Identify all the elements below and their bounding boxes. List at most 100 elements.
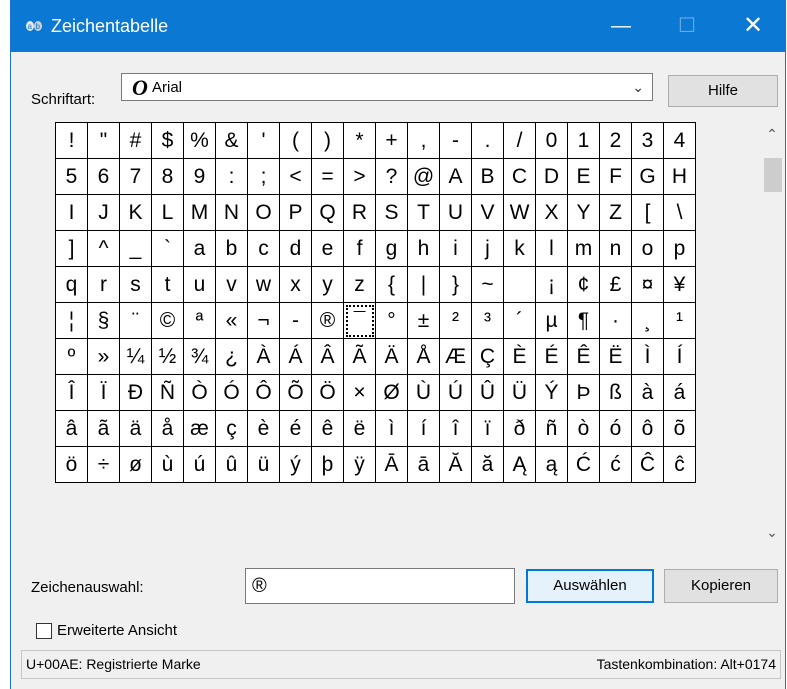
char-cell[interactable]: } xyxy=(439,266,472,303)
char-cell[interactable]: ª xyxy=(183,302,216,339)
char-cell[interactable]: ¥ xyxy=(663,266,696,303)
char-cell[interactable]: p xyxy=(663,230,696,267)
char-cell[interactable]: h xyxy=(407,230,440,267)
char-cell[interactable]: | xyxy=(407,266,440,303)
char-cell[interactable]: Ì xyxy=(631,338,664,375)
char-cell[interactable]: - xyxy=(439,122,472,159)
copy-button[interactable]: Kopieren xyxy=(664,569,778,603)
char-cell[interactable]: Å xyxy=(407,338,440,375)
char-cell[interactable]: F xyxy=(599,158,632,195)
char-cell[interactable]: ( xyxy=(279,122,312,159)
char-cell[interactable]: Ç xyxy=(471,338,504,375)
char-cell[interactable]: ® xyxy=(311,302,344,339)
char-cell[interactable]: ê xyxy=(311,410,344,447)
char-cell[interactable]: 0 xyxy=(535,122,568,159)
char-cell[interactable]: D xyxy=(535,158,568,195)
char-cell[interactable]: M xyxy=(183,194,216,231)
char-cell[interactable]: f xyxy=(343,230,376,267)
char-cell[interactable]: ¯ xyxy=(343,302,376,339)
char-cell[interactable]: Ù xyxy=(407,374,440,411)
char-cell[interactable]: { xyxy=(375,266,408,303)
scroll-down-icon[interactable]: ⌄ xyxy=(759,524,785,541)
char-cell[interactable]: m xyxy=(567,230,600,267)
char-cell[interactable]: s xyxy=(119,266,152,303)
char-cell[interactable]: ^ xyxy=(87,230,120,267)
char-cell[interactable]: ; xyxy=(247,158,280,195)
char-cell[interactable]: « xyxy=(215,302,248,339)
char-cell[interactable]: ø xyxy=(119,446,152,483)
char-cell[interactable]: ¸ xyxy=(631,302,664,339)
char-cell[interactable]: å xyxy=(151,410,184,447)
char-cell[interactable]: ¹ xyxy=(663,302,696,339)
char-cell[interactable]: ¤ xyxy=(631,266,664,303)
char-cell[interactable]: ¢ xyxy=(567,266,600,303)
char-cell[interactable]: ] xyxy=(55,230,88,267)
char-cell[interactable]: < xyxy=(279,158,312,195)
char-cell[interactable]: 8 xyxy=(151,158,184,195)
char-cell[interactable]: Ð xyxy=(119,374,152,411)
char-cell[interactable]: ò xyxy=(567,410,600,447)
char-cell[interactable]: © xyxy=(151,302,184,339)
char-cell[interactable]: ¶ xyxy=(567,302,600,339)
char-cell[interactable]: Á xyxy=(279,338,312,375)
char-cell[interactable]: Ä xyxy=(375,338,408,375)
char-cell[interactable]: ù xyxy=(151,446,184,483)
char-cell[interactable]: § xyxy=(87,302,120,339)
char-cell[interactable]: ) xyxy=(311,122,344,159)
char-cell[interactable]: 7 xyxy=(119,158,152,195)
char-cell[interactable]: È xyxy=(503,338,536,375)
char-cell[interactable]: ± xyxy=(407,302,440,339)
char-cell[interactable]: ï xyxy=(471,410,504,447)
char-cell[interactable]: Õ xyxy=(279,374,312,411)
char-cell[interactable]: / xyxy=(503,122,536,159)
char-cell[interactable]: ç xyxy=(215,410,248,447)
char-cell[interactable]: a xyxy=(183,230,216,267)
char-cell[interactable]: n xyxy=(599,230,632,267)
char-cell[interactable]: £ xyxy=(599,266,632,303)
char-cell[interactable]: Ê xyxy=(567,338,600,375)
char-cell[interactable]: ô xyxy=(631,410,664,447)
char-cell[interactable]: ~ xyxy=(471,266,504,303)
char-cell[interactable]: Ë xyxy=(599,338,632,375)
char-cell[interactable]: G xyxy=(631,158,664,195)
char-cell[interactable]: e xyxy=(311,230,344,267)
char-cell[interactable]: E xyxy=(567,158,600,195)
char-cell[interactable]: t xyxy=(151,266,184,303)
char-cell[interactable]: Ó xyxy=(215,374,248,411)
char-cell[interactable]: 5 xyxy=(55,158,88,195)
char-cell[interactable]: ÷ xyxy=(87,446,120,483)
char-cell[interactable]: ½ xyxy=(151,338,184,375)
char-cell[interactable]: ° xyxy=(375,302,408,339)
char-cell[interactable]: R xyxy=(343,194,376,231)
char-cell[interactable]: ¦ xyxy=(55,302,88,339)
char-cell[interactable]: ë xyxy=(343,410,376,447)
minimize-button[interactable]: — xyxy=(591,0,651,52)
char-cell[interactable]: õ xyxy=(663,410,696,447)
char-cell[interactable]: Ã xyxy=(343,338,376,375)
char-cell[interactable]: á xyxy=(663,374,696,411)
advanced-view-label[interactable]: Erweiterte Ansicht xyxy=(57,622,177,639)
char-cell[interactable]: O xyxy=(247,194,280,231)
help-button[interactable]: Hilfe xyxy=(668,75,778,107)
char-cell[interactable]: þ xyxy=(311,446,344,483)
char-cell[interactable]: # xyxy=(119,122,152,159)
char-cell[interactable]: j xyxy=(471,230,504,267)
char-cell[interactable]: S xyxy=(375,194,408,231)
char-cell[interactable]: × xyxy=(343,374,376,411)
char-cell[interactable]: º xyxy=(55,338,88,375)
char-cell[interactable]: I xyxy=(55,194,88,231)
char-cell[interactable]: = xyxy=(311,158,344,195)
char-cell[interactable]: x xyxy=(279,266,312,303)
char-cell[interactable]: - xyxy=(279,302,312,339)
char-cell[interactable]: ā xyxy=(407,446,440,483)
char-cell[interactable]: Ý xyxy=(535,374,568,411)
char-cell[interactable]: c xyxy=(247,230,280,267)
char-cell[interactable]: . xyxy=(471,122,504,159)
char-cell[interactable]: ü xyxy=(247,446,280,483)
char-cell[interactable]: N xyxy=(215,194,248,231)
char-cell[interactable]: K xyxy=(119,194,152,231)
char-cell[interactable]: Ĉ xyxy=(631,446,664,483)
char-cell[interactable]: 3 xyxy=(631,122,664,159)
char-cell[interactable]: _ xyxy=(119,230,152,267)
char-cell[interactable]: " xyxy=(87,122,120,159)
